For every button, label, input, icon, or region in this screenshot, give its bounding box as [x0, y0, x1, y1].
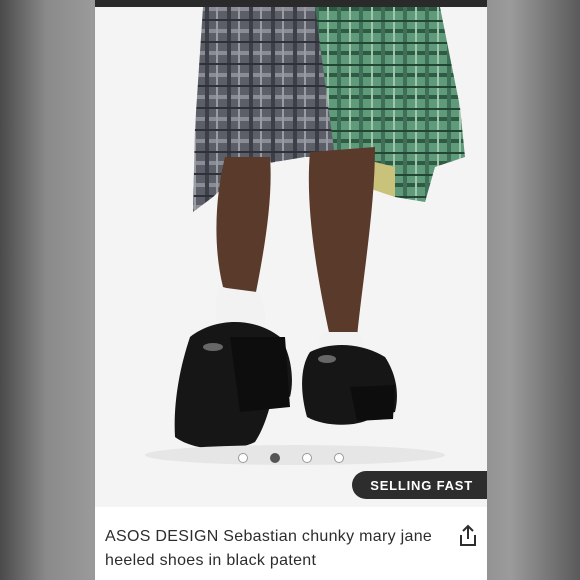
product-image: [145, 7, 465, 465]
product-photo[interactable]: [95, 7, 487, 507]
carousel-dot-2[interactable]: [270, 453, 280, 463]
product-title[interactable]: ASOS DESIGN Sebastian chunky mary jane h…: [105, 525, 445, 573]
product-card: SELLING FAST ASOS DESIGN Sebastian chunk…: [95, 0, 487, 580]
product-info: ASOS DESIGN Sebastian chunky mary jane h…: [95, 507, 487, 580]
selling-fast-badge: SELLING FAST: [352, 471, 487, 499]
carousel-dot-1[interactable]: [238, 453, 248, 463]
carousel-dots: [95, 453, 487, 467]
share-icon[interactable]: [457, 524, 479, 548]
badge-label: SELLING FAST: [370, 477, 473, 493]
carousel-dot-3[interactable]: [302, 453, 312, 463]
top-bar: [95, 0, 487, 7]
carousel-dot-4[interactable]: [334, 453, 344, 463]
